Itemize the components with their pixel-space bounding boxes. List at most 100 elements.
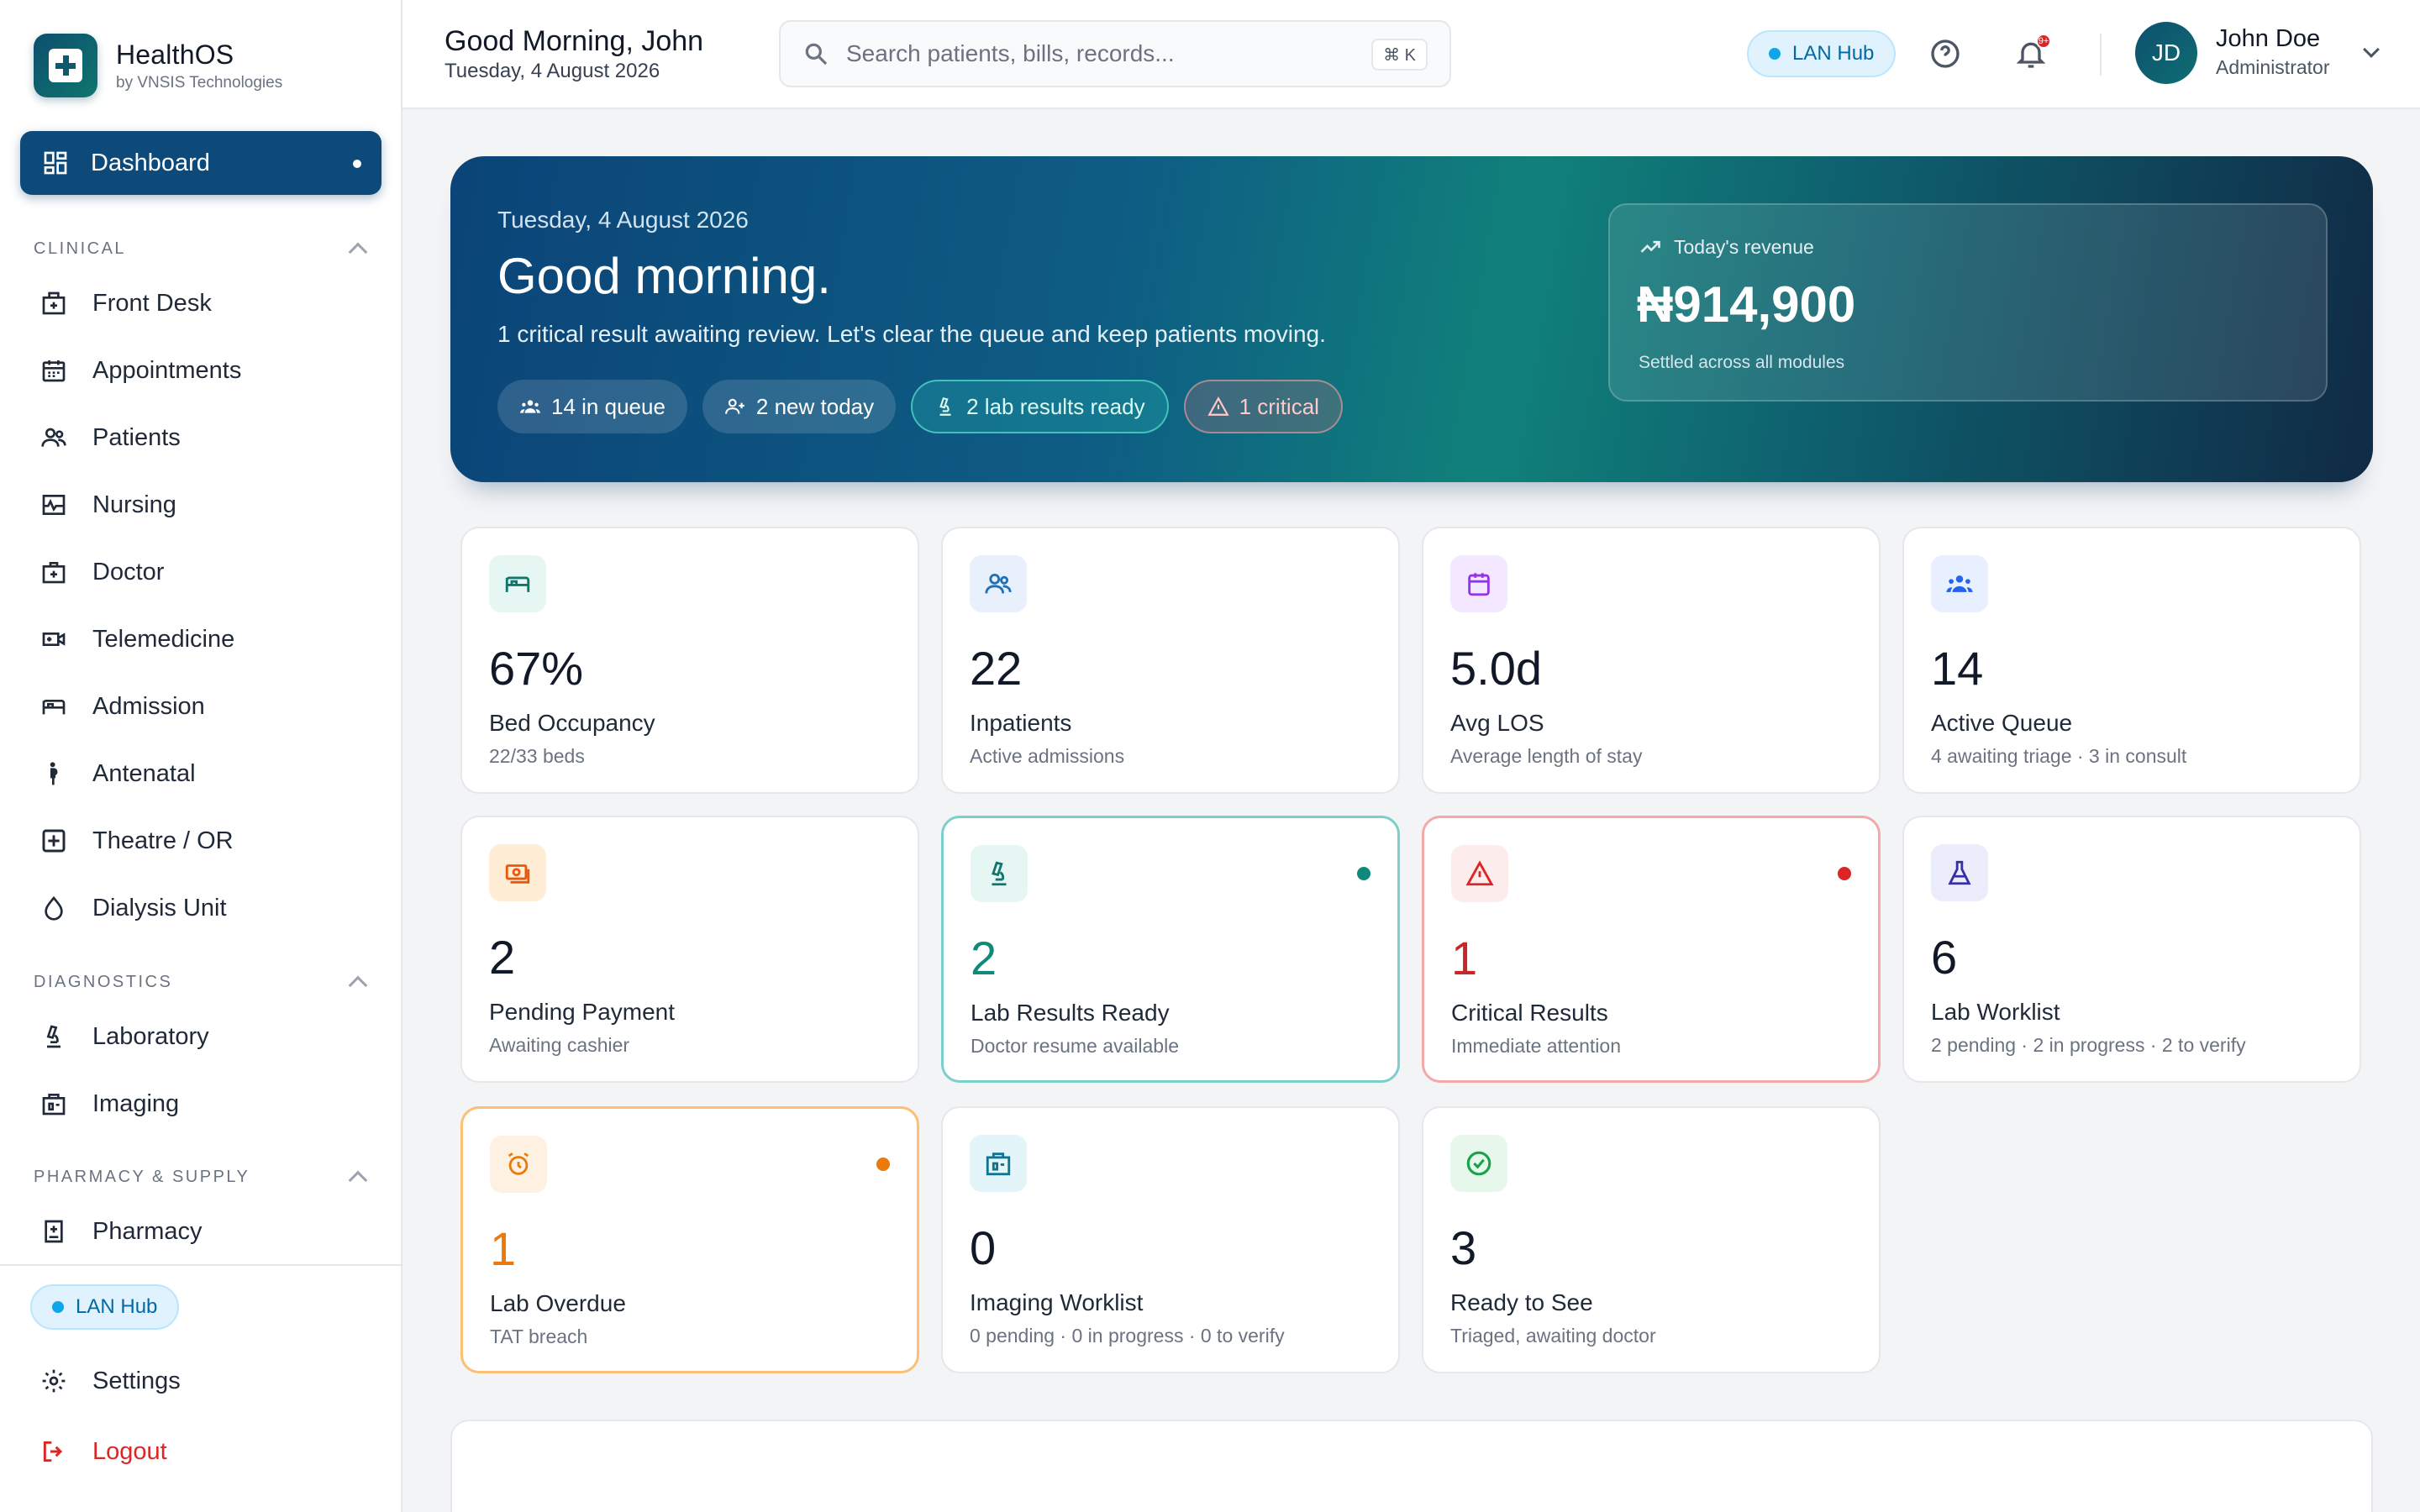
microscope-icon	[939, 396, 951, 416]
calendar-icon	[40, 357, 67, 384]
group-icon	[1931, 555, 1988, 612]
chip-queue[interactable]: 14 in queue	[497, 380, 687, 433]
user-role: Administrator	[2216, 56, 2330, 78]
stat-value: 1	[490, 1222, 517, 1275]
revenue-value: ₦914,900	[1637, 276, 1856, 333]
search-input[interactable]	[846, 40, 1350, 67]
stat-card-lab-worklist[interactable]: 6 Lab Worklist 2 pending · 2 in progress…	[1902, 816, 2361, 1083]
stat-card-bed-occupancy[interactable]: 67% Bed Occupancy 22/33 beds	[460, 527, 919, 794]
stat-label: Inpatients	[970, 710, 1072, 736]
sidebar-item-label: Dashboard	[91, 149, 210, 176]
sidebar-item-logout[interactable]: Logout	[40, 1431, 167, 1473]
bed-icon	[40, 693, 67, 720]
microscope-icon	[971, 845, 1028, 902]
pharmacy-icon	[40, 1218, 67, 1245]
vitals-icon	[40, 491, 67, 518]
stat-sub: Triaged, awaiting doctor	[1450, 1325, 1656, 1347]
hero-chips: 14 in queue 2 new today 2 lab results re…	[497, 380, 1358, 433]
help-button[interactable]	[1928, 37, 1962, 71]
alert-dot-icon	[1838, 867, 1851, 880]
divider	[2100, 34, 2102, 76]
sidebar-item-admission[interactable]: Admission	[40, 685, 205, 727]
stat-sub: Awaiting cashier	[489, 1034, 630, 1056]
stat-card-critical-results[interactable]: 1 Critical Results Immediate attention	[1422, 816, 1881, 1083]
greeting-date: Tuesday, 4 August 2026	[445, 60, 660, 82]
sidebar-item-patients[interactable]: Patients	[40, 417, 181, 459]
droplet-icon	[40, 895, 67, 921]
search-bar[interactable]: ⌘ K	[779, 20, 1451, 87]
status-dot-icon	[52, 1301, 64, 1313]
cash-icon	[489, 844, 546, 901]
stat-value: 22	[970, 642, 1023, 695]
chip-new-today[interactable]: 2 new today	[702, 380, 897, 433]
lan-hub-status[interactable]: LAN Hub	[30, 1284, 180, 1330]
hero-title: Good morning.	[497, 248, 831, 304]
sidebar-item-telemedicine[interactable]: Telemedicine	[40, 618, 234, 660]
sidebar-item-doctor[interactable]: Doctor	[40, 551, 164, 593]
stat-label: Active Queue	[1931, 710, 2073, 736]
section-diagnostics[interactable]: DIAGNOSTICS	[34, 972, 370, 995]
chip-critical[interactable]: 1 critical	[1183, 380, 1343, 433]
revenue-sub: Settled across all modules	[1639, 353, 1845, 372]
stat-card-lab-results-ready[interactable]: 2 Lab Results Ready Doctor resume availa…	[941, 816, 1400, 1083]
alert-dot-icon	[1357, 867, 1370, 880]
section-clinical[interactable]: CLINICAL	[34, 239, 370, 262]
stat-label: Pending Payment	[489, 999, 676, 1025]
notification-badge: 9+	[2036, 34, 2051, 49]
bed-icon	[489, 555, 546, 612]
search-icon	[802, 40, 829, 67]
video-camera-icon	[40, 626, 67, 653]
alert-dot-icon	[876, 1158, 890, 1171]
sidebar-item-appointments[interactable]: Appointments	[40, 349, 241, 391]
section-pharmacy[interactable]: PHARMACY & SUPPLY	[34, 1167, 370, 1190]
stat-label: Critical Results	[1451, 1000, 1608, 1026]
user-menu[interactable]: John Doe Administrator	[2216, 25, 2329, 79]
sidebar-item-dashboard[interactable]: Dashboard	[20, 131, 381, 195]
stat-label: Lab Worklist	[1931, 999, 2060, 1025]
revenue-card[interactable]: Today's revenue ₦914,900 Settled across …	[1608, 203, 2328, 402]
stat-value: 2	[489, 931, 516, 984]
sidebar-item-nursing[interactable]: Nursing	[40, 484, 176, 526]
users-icon	[970, 555, 1027, 612]
stat-sub: Doctor resume available	[971, 1035, 1180, 1057]
warning-icon	[1451, 845, 1508, 902]
brand-sub: by VNSIS Technologies	[116, 73, 283, 92]
trending-up-icon	[1640, 240, 1660, 253]
stat-card-inpatients[interactable]: 22 Inpatients Active admissions	[941, 527, 1400, 794]
sidebar-item-front-desk[interactable]: Front Desk	[40, 282, 212, 324]
stat-card-ready-to-see[interactable]: 3 Ready to See Triaged, awaiting doctor	[1422, 1106, 1881, 1373]
stat-value: 6	[1931, 931, 1958, 984]
help-circle-icon	[1931, 39, 1960, 68]
keyboard-shortcut: ⌘ K	[1371, 39, 1428, 71]
sidebar-item-imaging[interactable]: Imaging	[40, 1083, 179, 1125]
calendar-icon	[1450, 555, 1507, 612]
sidebar-item-settings[interactable]: Settings	[40, 1360, 181, 1402]
pregnant-woman-icon	[40, 760, 67, 787]
warning-icon	[1207, 396, 1229, 416]
notifications-button[interactable]: 9+	[2014, 34, 2051, 71]
lan-hub-status[interactable]: LAN Hub	[1747, 30, 1897, 77]
avatar[interactable]: JD	[2135, 22, 2197, 84]
sidebar-item-antenatal[interactable]: Antenatal	[40, 753, 196, 795]
check-circle-icon	[1450, 1135, 1507, 1192]
user-plus-icon	[724, 398, 744, 414]
stat-value: 1	[1451, 932, 1478, 984]
sidebar-item-dialysis[interactable]: Dialysis Unit	[40, 887, 227, 929]
hero-banner: Tuesday, 4 August 2026 Good morning. 1 c…	[450, 156, 2373, 482]
stat-card-imaging-worklist[interactable]: 0 Imaging Worklist 0 pending · 0 in prog…	[941, 1106, 1400, 1373]
sidebar-item-pharmacy[interactable]: Pharmacy	[40, 1210, 203, 1252]
chip-lab-ready[interactable]: 2 lab results ready	[911, 380, 1169, 433]
greeting: Good Morning, John Tuesday, 4 August 202…	[445, 25, 703, 83]
sidebar-item-laboratory[interactable]: Laboratory	[40, 1016, 209, 1058]
stat-card-avg-los[interactable]: 5.0d Avg LOS Average length of stay	[1422, 527, 1881, 794]
microscope-icon	[40, 1023, 67, 1050]
greeting-title: Good Morning, John	[445, 25, 704, 57]
sidebar-item-theatre[interactable]: Theatre / OR	[40, 820, 234, 862]
chevron-down-icon[interactable]	[2363, 41, 2380, 58]
stat-card-active-queue[interactable]: 14 Active Queue 4 awaiting triage · 3 in…	[1902, 527, 2361, 794]
stat-value: 14	[1931, 642, 1984, 695]
brand[interactable]: HealthOS by VNSIS Technologies	[34, 34, 282, 97]
stat-card-lab-overdue[interactable]: 1 Lab Overdue TAT breach	[460, 1106, 919, 1373]
plus-square-icon	[40, 827, 67, 854]
stat-card-pending-payment[interactable]: 2 Pending Payment Awaiting cashier	[460, 816, 919, 1083]
